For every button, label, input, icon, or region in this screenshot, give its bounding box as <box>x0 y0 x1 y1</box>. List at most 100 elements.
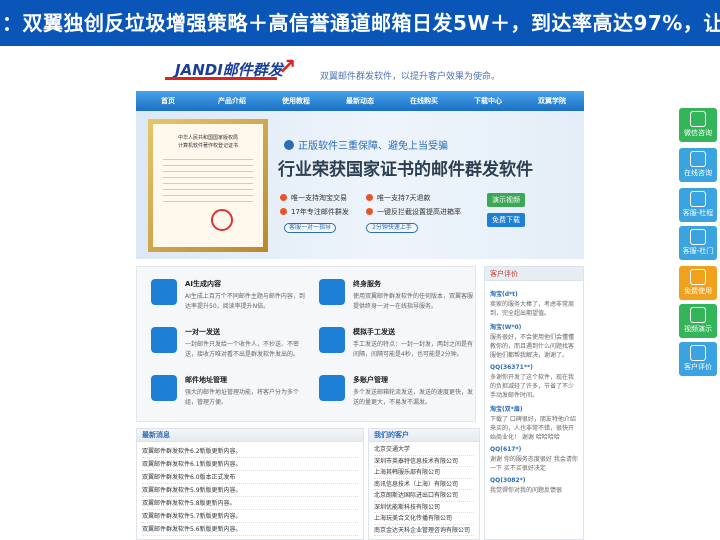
demo-video-button[interactable]: 演示视频 <box>487 193 525 207</box>
nav-tutorials[interactable]: 使用教程 <box>264 91 328 111</box>
cert-title: 中华人民共和国国家版权局 <box>177 135 238 141</box>
review-author: 淘宝(双*眉) <box>490 406 523 413</box>
review-author: QQ(617*) <box>490 446 522 453</box>
qq-icon <box>690 191 706 207</box>
feature-desc: 手工发送的特点：一封一封发，两封之间是有间隔，间隔可能是4秒，也可能是2分钟。 <box>353 341 474 358</box>
reviews-panel: 客户评价 淘宝(d*t) 卖家的服务大棒了，考虑非常周到，完全超出期望值。 淘宝… <box>484 266 584 540</box>
review-text: 谢谢 你的服务态度很好 我会请你一下 买不买很好决定 <box>490 456 578 472</box>
feature-item: 多账户管理 多个发送邮箱轮流发送，发送的速度更快，发送的量更大，不易发不漏发。 <box>319 375 479 423</box>
site-logo[interactable]: JANDI邮件群发 ↗ <box>165 55 297 91</box>
review-text: 我觉得你对我的问题反馈很 <box>490 487 563 494</box>
news-item[interactable]: 双翼邮件群发软件5.9新版更新内容。 <box>142 484 358 497</box>
banner-feature: 17年专注邮件群发 <box>280 207 349 217</box>
feature-desc: AI生成上百万个不同邮件主题与邮件内容，到达率提升50，阅读率提升N倍。 <box>185 293 305 310</box>
feature-title: 模拟手工发送 <box>353 328 395 336</box>
side-service-2[interactable]: 客服-杜门 <box>679 226 717 260</box>
logo-underline <box>165 77 277 80</box>
banner-feature: 唯一支持7天退款 <box>366 193 430 203</box>
banner-headline: 行业荣获国家证书的邮件群发软件 <box>278 160 533 180</box>
client-item: 上海其韩服乐部有限公司 <box>374 467 474 479</box>
feature-desc: 多个发送邮箱轮流发送，发送的速度更快，发送的量更大，不易发不漏发。 <box>353 389 474 406</box>
guidance-pill[interactable]: 客服一对一指导 <box>284 223 336 233</box>
feature-item: 一对一发送 一封邮件只发给一个收件人，不抄送、不密送，接收方唯对看不出是群发软件… <box>151 327 311 375</box>
review-author: 淘宝(W*0) <box>490 324 522 331</box>
review-text: 卖家的服务大棒了，考虑非常周到，完全超出期望值。 <box>490 301 575 317</box>
main-nav: 首页 产品介绍 使用教程 最新动态 在线购买 下载中心 双翼学院 <box>136 91 584 111</box>
review-author: QQ(36371**) <box>490 364 533 371</box>
banner-feature: 一键反拦截设置提高进箱率 <box>366 207 461 217</box>
feature-desc: 一封邮件只发给一个收件人，不抄送、不密送，接收方唯对看不出是群发软件发出的。 <box>185 341 300 358</box>
chat-icon <box>690 151 706 167</box>
feature-item: 邮件地址管理 强大的邮件地址管理功能，将客户分为多个组，管理方便。 <box>151 375 311 423</box>
reviews-title: 客户评价 <box>485 267 583 281</box>
nav-download[interactable]: 下载中心 <box>456 91 520 111</box>
review-text: 服务很好，不会使用他们会懂懂教你的，而且遇到什么问题找客服他们都帮我解决，谢谢了… <box>490 334 575 359</box>
news-panel: 最新消息 双翼邮件群发软件6.2新版更新内容。 双翼邮件群发软件6.1新版更新内… <box>136 428 364 540</box>
feature-item: AI生成内容 AI生成上百万个不同邮件主题与邮件内容，到达率提升50，阅读率提升… <box>151 279 311 327</box>
side-wechat-consult[interactable]: 微信咨询 <box>679 108 717 142</box>
qq-icon <box>690 229 706 245</box>
contact-book-icon <box>151 375 177 401</box>
review-text: 下载了 口碑很好，朋友特他介绍来买的，人也非常不错，很快开始商业化！ 谢谢 哈哈… <box>490 416 576 441</box>
cert-subtitle: 计算机软件著作权登记证书 <box>177 143 238 149</box>
hand-click-icon <box>319 327 345 353</box>
side-online-consult[interactable]: 在线咨询 <box>679 148 717 182</box>
news-item[interactable]: 双翼邮件群发软件5.8版更新内容。 <box>142 497 358 510</box>
client-item: 上海玩美合文化传播有限公司 <box>374 513 474 525</box>
wechat-icon <box>690 111 706 127</box>
shield-icon <box>284 140 294 150</box>
cert-text-lines <box>163 154 253 204</box>
client-item: 北京交通大学 <box>374 444 474 456</box>
news-title: 最新消息 <box>137 429 363 442</box>
news-item[interactable]: 双翼邮件群发软件6.1新版更新内容。 <box>142 458 358 471</box>
nav-home[interactable]: 首页 <box>136 91 200 111</box>
news-item[interactable]: 双翼邮件群发软件5.7新版更新内容。 <box>142 510 358 523</box>
feature-title: 多账户管理 <box>353 376 388 384</box>
feature-title: 终身服务 <box>353 280 381 288</box>
review-text: 多谢你开发了这个软件，现在我的负担减轻了许多，节省了不少手动发邮件时间。 <box>490 374 575 399</box>
quickstart-pill[interactable]: 2分钟快速上手 <box>366 223 418 233</box>
feature-item: 模拟手工发送 手工发送的特点：一封一封发，两封之间是有间隔，间隔可能是4秒，也可… <box>319 327 479 375</box>
client-item: 南京金达天科企业管理咨询有限公司 <box>374 525 474 536</box>
seal-icon <box>211 209 233 231</box>
clients-title: 我们的客户 <box>369 429 479 442</box>
banner-feature: 唯一支持淘宝交易 <box>280 193 347 203</box>
nav-academy[interactable]: 双翼学院 <box>520 91 584 111</box>
side-video-demo[interactable]: 视频演示 <box>679 304 717 338</box>
user-icon <box>151 327 177 353</box>
news-item[interactable]: 双翼邮件群发软件6.2新版更新内容。 <box>142 445 358 458</box>
review-author: 淘宝(d*t) <box>490 291 518 298</box>
site-slogan: 双翼邮件群发软件，以提升客户效果为使命。 <box>320 72 501 82</box>
certificate-image: 中华人民共和国国家版权局 计算机软件著作权登记证书 <box>148 119 268 252</box>
side-service-1[interactable]: 客服-杜程 <box>679 188 717 222</box>
feature-desc: 使用双翼邮件群发软件的任何版本，双翼客服提供终身一对一在线指导服务。 <box>353 293 474 310</box>
nav-products[interactable]: 产品介绍 <box>200 91 264 111</box>
marquee-banner: ：双翼独创反垃圾增强策略＋高信誉通道邮箱日发5W＋，到达率高达97%，让您轻松成… <box>0 0 720 46</box>
feature-desc: 强大的邮件地址管理功能，将客户分为多个组，管理方便。 <box>185 389 300 406</box>
client-item: 深圳市英泰特信息技术有限公司 <box>374 456 474 467</box>
client-item: 北京朗斯达国际进出口有限公司 <box>374 490 474 502</box>
feature-title: 一对一发送 <box>185 328 220 336</box>
multi-window-icon <box>319 375 345 401</box>
video-icon <box>690 307 706 323</box>
clients-panel: 我们的客户 北京交通大学 深圳市英泰特信息技术有限公司 上海其韩服乐部有限公司 … <box>368 428 480 540</box>
check-icon <box>690 345 706 361</box>
nav-news[interactable]: 最新动态 <box>328 91 392 111</box>
news-item[interactable]: 双翼邮件群发软件6.0版本正式发布 <box>142 471 358 484</box>
logo-arrow-icon: ↗ <box>278 55 297 80</box>
feature-title: 邮件地址管理 <box>185 376 227 384</box>
feature-item: 终身服务 使用双翼邮件群发软件的任何版本，双翼客服提供终身一对一在线指导服务。 <box>319 279 479 327</box>
side-free-use[interactable]: 免费使用 <box>679 266 717 300</box>
nav-buy[interactable]: 在线购买 <box>392 91 456 111</box>
client-item: 深圳优能斯科技有限公司 <box>374 502 474 513</box>
envelope-icon <box>151 279 177 305</box>
news-item[interactable]: 双翼邮件群发软件5.6新版更新内容。 <box>142 523 358 536</box>
client-item: 南讯信息技术（上海）有限公司 <box>374 479 474 490</box>
free-download-button[interactable]: 免费下载 <box>487 213 525 227</box>
features-panel: AI生成内容 AI生成上百万个不同邮件主题与邮件内容，到达率提升50，阅读率提升… <box>136 266 476 422</box>
hero-banner: 中华人民共和国国家版权局 计算机软件著作权登记证书 正版软件三重保障、避免上当受… <box>136 111 584 259</box>
side-reviews[interactable]: 客户评价 <box>679 342 717 376</box>
alarm-clock-icon <box>319 279 345 305</box>
mail-icon <box>690 269 706 285</box>
feature-title: AI生成内容 <box>185 280 222 288</box>
